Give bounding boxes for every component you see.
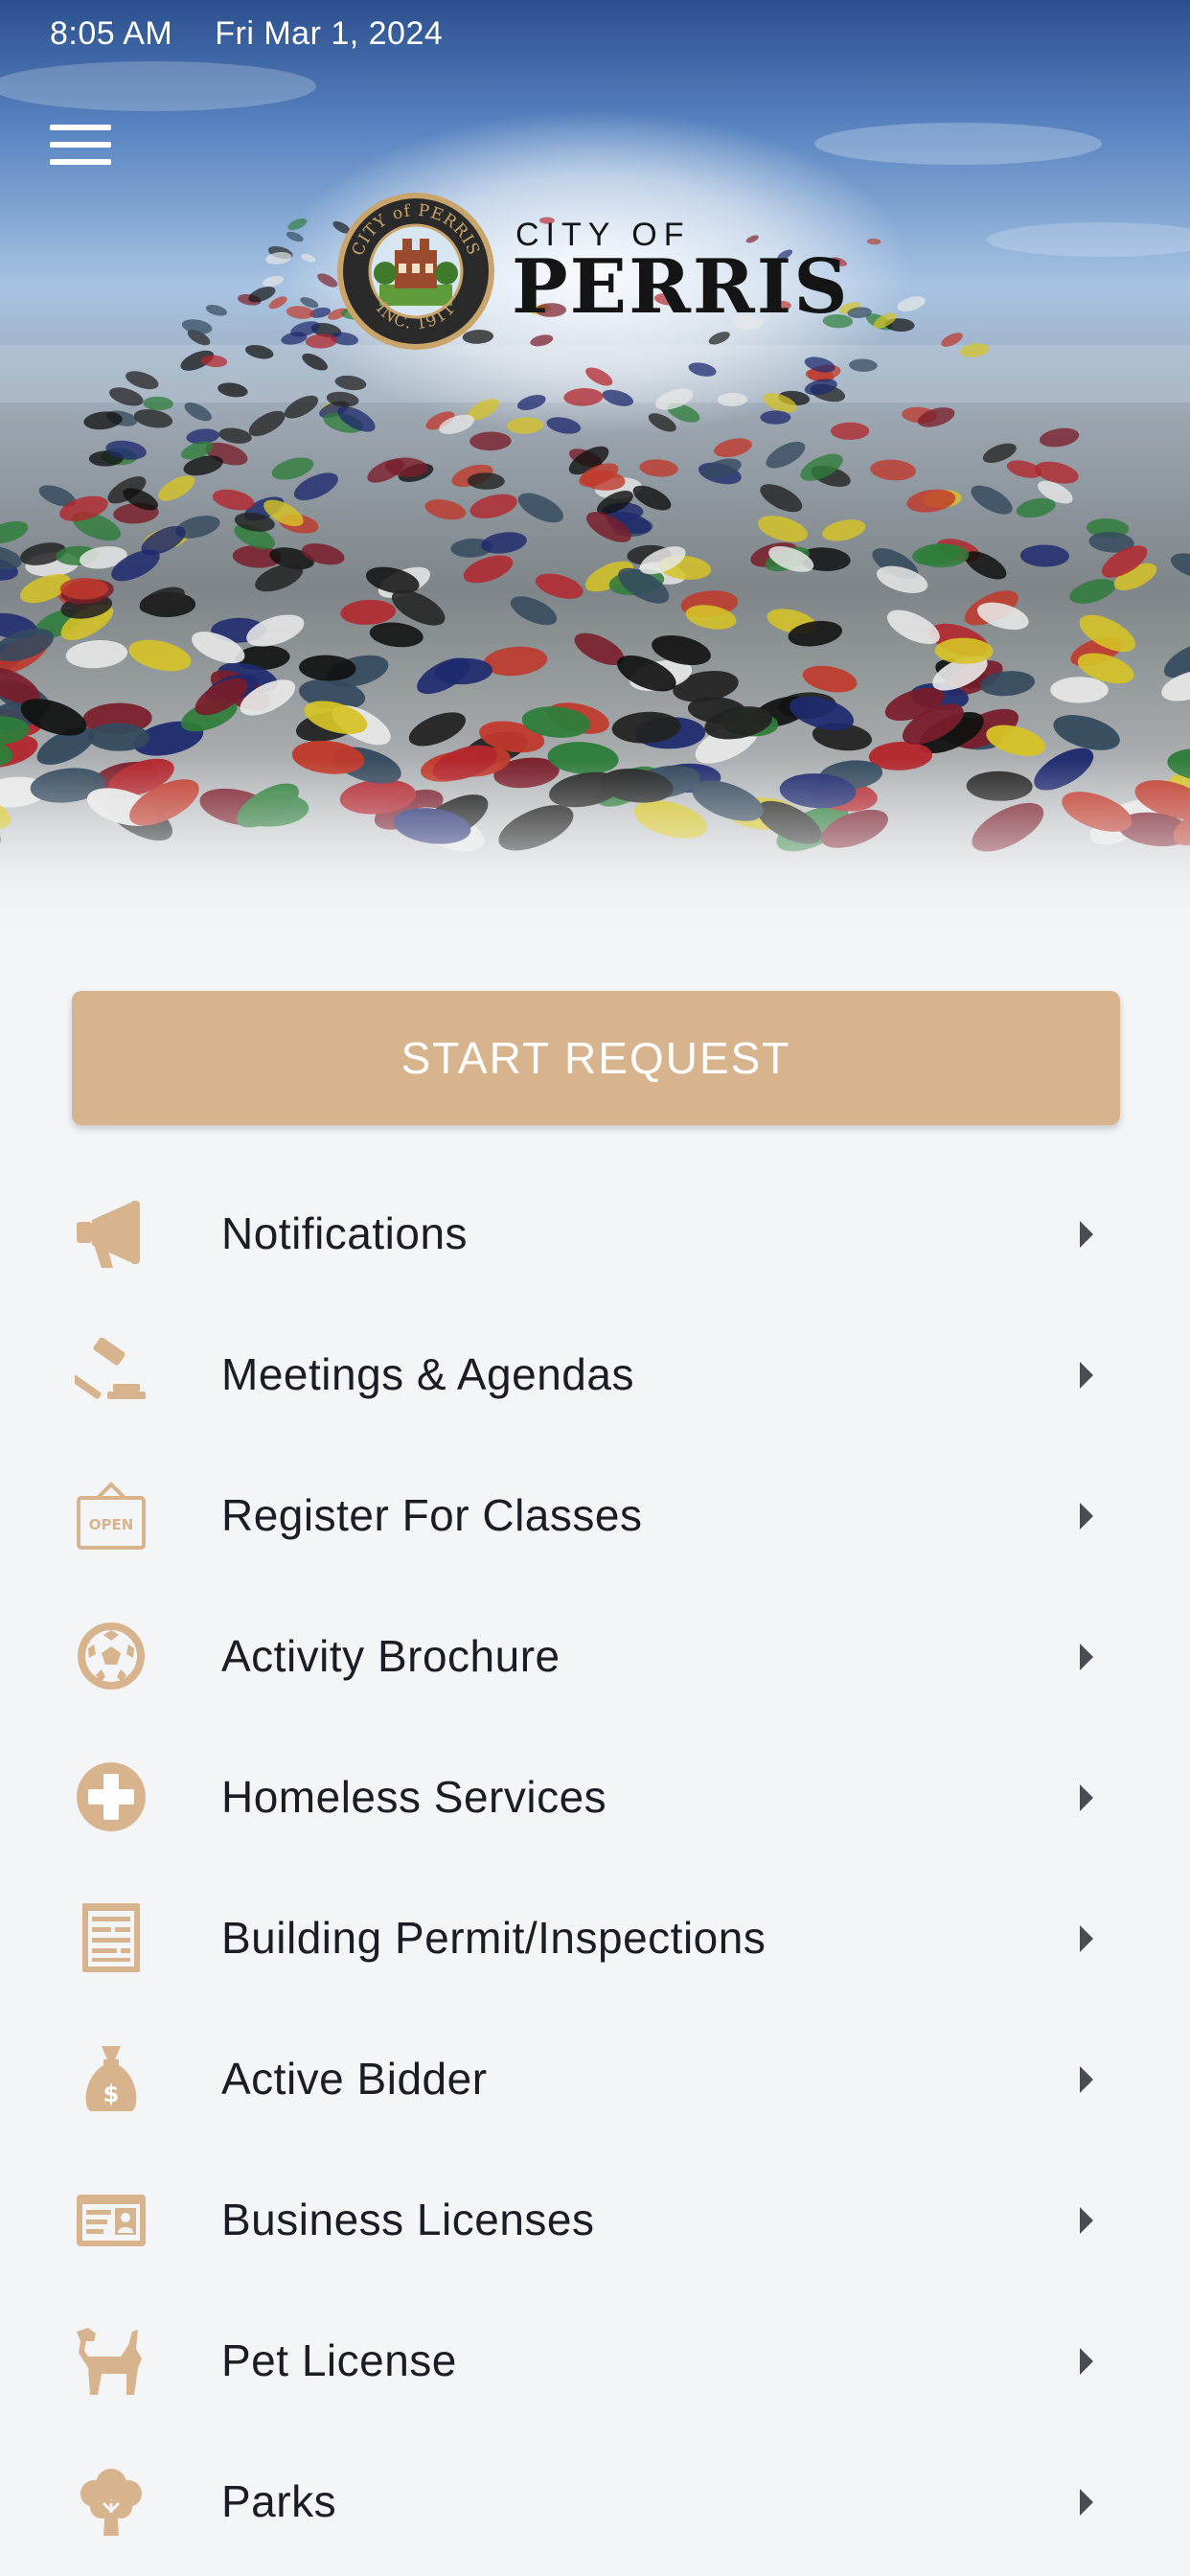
menu-item-activity-brochure[interactable]: Activity Brochure	[0, 1584, 1190, 1725]
skydiver-figure	[469, 431, 512, 451]
menu-item-label: Homeless Services	[221, 1772, 607, 1822]
skydiver-figure	[0, 520, 29, 544]
skydiver-figure	[248, 410, 286, 437]
status-date: Fri Mar 1, 2024	[215, 15, 444, 52]
chevron-right-icon	[1080, 2348, 1093, 2375]
skydiver-figure	[971, 485, 1013, 515]
status-bar: 8:05 AM Fri Mar 1, 2024	[50, 15, 443, 53]
chevron-right-icon	[1080, 1503, 1093, 1530]
svg-text:OPEN: OPEN	[89, 1516, 134, 1533]
skydiver-figure	[760, 484, 803, 513]
skydiver-figure	[758, 516, 808, 542]
skydiver-figure	[424, 499, 467, 520]
menu-item-building-permit[interactable]: Building Permit/Inspections	[0, 1866, 1190, 2007]
skydiver-figure	[205, 305, 227, 316]
skydiver-figure	[467, 472, 505, 490]
logo-name: PERRIS	[512, 243, 850, 331]
gavel-icon	[75, 1338, 148, 1411]
chevron-right-icon	[1080, 1925, 1093, 1952]
menu-item-pet-license[interactable]: Pet License	[0, 2288, 1190, 2429]
chevron-right-icon	[1080, 2489, 1093, 2516]
skydiver-figure	[535, 573, 584, 599]
start-request-button[interactable]: START REQUEST	[72, 991, 1120, 1125]
city-seal-icon: CITY of PERRIS INC. 1911	[337, 192, 494, 350]
skydiver-figure	[181, 319, 213, 334]
chevron-right-icon	[1080, 2066, 1093, 2093]
menu-item-active-bidder[interactable]: $ Active Bidder	[0, 2007, 1190, 2148]
skydiver-figure	[639, 459, 678, 477]
skydiver-figure	[408, 712, 466, 747]
chevron-right-icon	[1080, 2207, 1093, 2234]
megaphone-icon	[75, 1197, 148, 1270]
skydiver-figure	[870, 459, 917, 481]
hero-fade	[0, 760, 1190, 952]
skydiver-figure	[1019, 544, 1069, 567]
menu-item-label: Notifications	[221, 1208, 469, 1258]
dog-icon	[75, 2324, 148, 2397]
skydiver-figure	[65, 639, 128, 669]
document-icon	[75, 1901, 148, 1974]
plus-circle-icon	[75, 1760, 148, 1833]
chevron-right-icon	[1080, 1644, 1093, 1670]
money-bag-icon: $	[75, 2042, 148, 2115]
chevron-right-icon	[1080, 1362, 1093, 1389]
status-time: 8:05 AM	[50, 15, 173, 52]
skydiver-figure	[483, 646, 548, 677]
skydiver-figure	[128, 639, 192, 672]
menu-item-notifications[interactable]: Notifications	[0, 1162, 1190, 1302]
skydiver-figure	[510, 596, 558, 626]
chevron-right-icon	[1080, 1221, 1093, 1248]
hero-banner	[0, 0, 1190, 952]
soccer-ball-icon	[75, 1620, 148, 1692]
skydiver-figure	[184, 402, 212, 422]
tree-icon	[75, 2465, 148, 2538]
menu-item-label: Active Bidder	[221, 2054, 488, 2104]
hamburger-menu-icon[interactable]	[50, 113, 134, 176]
skydiver-figure	[830, 422, 870, 440]
skydiver-figure	[340, 599, 397, 625]
menu-item-label: Activity Brochure	[221, 1631, 561, 1681]
skydiver-figure	[1050, 677, 1109, 703]
menu-item-label: Parks	[221, 2476, 337, 2526]
skydiver-figure	[766, 441, 806, 469]
menu-item-business-licenses[interactable]: Business Licenses	[0, 2148, 1190, 2288]
services-menu: Notifications Meetings & Agendas OPEN Re…	[0, 1162, 1190, 2570]
skydiver-figure	[246, 614, 305, 647]
menu-item-label: Building Permit/Inspections	[221, 1913, 767, 1963]
menu-item-label: Business Licenses	[221, 2195, 595, 2244]
chevron-right-icon	[1080, 1784, 1093, 1811]
skydiver-figure	[158, 475, 195, 501]
skydiver-figure	[469, 494, 517, 518]
skydiver-figure	[760, 410, 791, 425]
skydiver-figure	[218, 427, 252, 444]
city-logo: CITY of PERRIS INC. 1911 CITY OF PERRIS	[335, 187, 853, 355]
skydiver-figure	[517, 493, 564, 523]
menu-item-meetings-agendas[interactable]: Meetings & Agendas	[0, 1302, 1190, 1443]
skydiver-figure	[802, 665, 858, 693]
menu-item-label: Register For Classes	[221, 1490, 643, 1540]
skydiver-figure	[59, 578, 108, 600]
skydiver-figure	[369, 622, 423, 648]
skydiver-figure	[1039, 427, 1080, 448]
open-sign-icon: OPEN	[75, 1479, 148, 1552]
menu-item-parks[interactable]: Parks	[0, 2429, 1190, 2570]
skydiver-figure	[822, 519, 866, 541]
skydiver-figure	[714, 438, 752, 458]
skydiver-figure	[1170, 553, 1190, 579]
menu-item-label: Pet License	[221, 2335, 457, 2385]
skydiver-figure	[133, 409, 173, 428]
menu-item-homeless-services[interactable]: Homeless Services	[0, 1725, 1190, 1866]
menu-item-label: Meetings & Agendas	[221, 1349, 634, 1399]
svg-text:$: $	[103, 2081, 120, 2107]
skydiver-figure	[1069, 579, 1116, 604]
menu-item-register-for-classes[interactable]: OPEN Register For Classes	[0, 1443, 1190, 1584]
id-card-icon	[75, 2183, 148, 2256]
